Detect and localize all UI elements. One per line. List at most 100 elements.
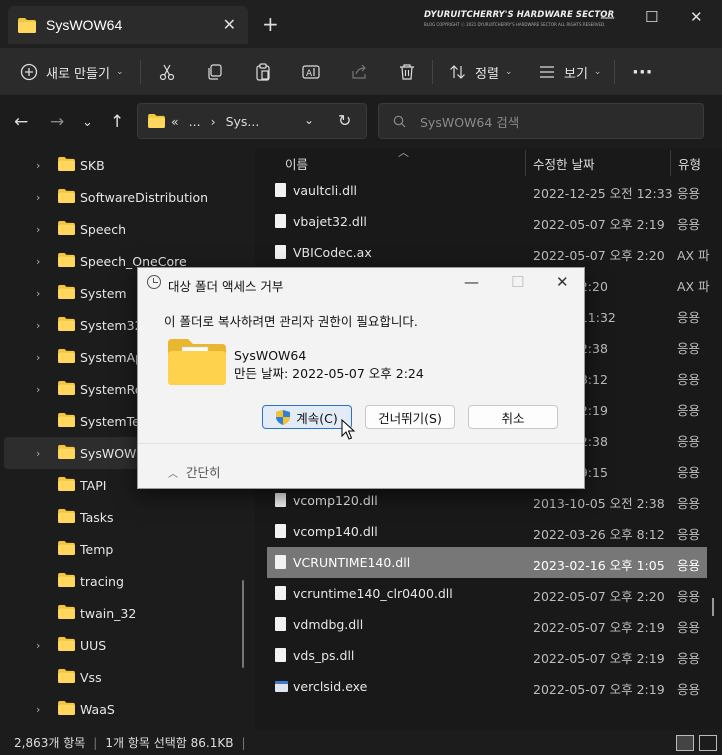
cancel-button[interactable]: 취소 [468,405,558,429]
chevron-right-icon[interactable]: › [36,639,40,652]
column-name[interactable]: 이름 [285,154,308,173]
sidebar-item-temp[interactable]: Temp [0,533,250,565]
paste-button[interactable] [254,48,272,96]
column-divider[interactable] [670,150,671,176]
maximize-button[interactable]: ☐ [645,8,658,26]
breadcrumb-current[interactable]: Sys... [226,114,260,129]
chevron-right-icon[interactable]: › [36,383,40,396]
continue-label: 계속(C) [296,410,338,426]
folder-icon [58,636,75,654]
folder-icon [58,252,75,270]
title-bar: SysWOW64 ✕ + DYURUITCHERRY'S HARDWARE SE… [0,0,722,48]
tab-syswow64[interactable]: SysWOW64 ✕ [8,6,248,44]
chevron-right-icon[interactable]: › [36,255,40,268]
chevron-right-icon[interactable]: › [36,287,40,300]
sidebar-item-softwaredistribution[interactable]: › SoftwareDistribution [0,181,250,213]
tiles-view-icon[interactable] [699,735,717,751]
search-placeholder: SysWOW64 검색 [420,114,520,130]
chevron-right-icon[interactable]: › [36,703,40,716]
file-date: 2022-05-07 오후 2:20 [533,248,665,263]
table-row[interactable]: vcruntime140_clr0400.dll 2022-05-07 오후 2:… [267,578,707,609]
table-row[interactable]: vdmdbg.dll 2022-05-07 오후 2:19 응용 [267,609,707,640]
search-input[interactable]: SysWOW64 검색 [378,103,704,139]
share-button[interactable] [350,48,368,96]
chevron-right-icon[interactable]: › [36,447,40,460]
file-type: AX 파 [677,248,710,263]
file-date: 2013-10-05 오전 2:38 [533,496,665,511]
file-date: 2023-02-16 오후 1:05 [533,558,665,573]
breadcrumb-overflow[interactable]: « [171,114,179,129]
table-row[interactable]: VBICodec.ax 2022-05-07 오후 2:20 AX 파 [267,237,710,268]
exe-file-icon [275,681,288,692]
dialog-minimize-button[interactable]: — [464,273,479,291]
dll-file-icon [275,555,286,569]
sidebar-item-tracing[interactable]: tracing [0,565,250,597]
file-scrollbar[interactable] [712,598,714,616]
details-view-icon[interactable] [676,735,694,751]
close-button[interactable]: ✕ [690,8,703,26]
cut-button[interactable] [158,48,176,96]
tab-close-icon[interactable]: ✕ [223,15,236,34]
file-type: 응용 [677,465,701,480]
new-tab-button[interactable]: + [262,12,279,36]
breadcrumb-ellipsis[interactable]: ... [189,114,201,129]
sidebar-item-label: Speech [80,221,127,237]
sidebar-item-vss[interactable]: Vss [0,661,250,693]
chevron-right-icon[interactable]: › [36,191,40,204]
table-row[interactable]: vds_ps.dll 2022-05-07 오후 2:19 응용 [267,640,707,671]
recent-chevron-icon[interactable]: ⌄ [82,115,93,130]
folder-icon [58,188,75,206]
sidebar-item-skb[interactable]: › SKB [0,149,250,181]
rename-button[interactable]: A [302,48,320,96]
column-divider[interactable] [525,150,526,176]
column-type[interactable]: 유형 [678,154,701,173]
table-row[interactable]: vaultcli.dll 2022-12-25 오전 12:33 응용 [267,175,707,206]
sidebar-item-label: Tasks [80,509,114,525]
dialog-close-button[interactable]: ✕ [556,273,569,291]
delete-button[interactable] [398,48,416,96]
sidebar-item-waas[interactable]: › WaaS [0,693,250,725]
fewer-details-button[interactable]: ︿ 간단히 [168,462,221,481]
table-row[interactable]: verclsid.exe 2022-05-07 오후 2:19 응용 [267,671,707,702]
minimize-button[interactable]: — [600,8,615,26]
svg-text:A: A [306,69,313,79]
refresh-icon[interactable]: ↻ [338,111,351,130]
sort-button[interactable]: 정렬 ⌄ [449,48,512,96]
forward-arrow-icon[interactable]: → [50,112,64,132]
chevron-right-icon[interactable]: › [36,159,40,172]
table-row[interactable]: vcomp140.dll 2022-03-26 오후 8:12 응용 [267,516,707,547]
folder-icon [58,220,75,238]
file-date: 2022-05-07 오후 2:19 [533,620,665,635]
dll-file-icon [275,586,286,600]
back-arrow-icon[interactable]: ← [14,112,28,132]
table-row[interactable]: vcomp120.dll 2013-10-05 오전 2:38 응용 [267,485,707,516]
sidebar-item-tasks[interactable]: Tasks [0,501,250,533]
address-bar[interactable]: « ... › Sys... ⌄ ↻ [137,103,367,139]
dll-file-icon [275,183,286,197]
chevron-right-icon[interactable]: › [36,223,40,236]
sidebar-item-uus[interactable]: › UUS [0,629,250,661]
sidebar-item-label: TAPI [80,477,107,493]
sidebar-item-twain_32[interactable]: twain_32 [0,597,250,629]
file-type: 응용 [677,341,701,356]
chevron-right-icon[interactable]: › [36,351,40,364]
file-name: vaultcli.dll [293,183,358,198]
continue-button[interactable]: 계속(C) [262,405,352,429]
chevron-right-icon[interactable]: › [36,319,40,332]
new-button-label: 새로 만들기 [46,66,110,82]
address-dropdown-icon[interactable]: ⌄ [304,113,314,127]
table-row[interactable]: VCRUNTIME140.dll 2023-02-16 오후 1:05 응용 [267,547,707,578]
column-date[interactable]: 수정한 날짜 [533,154,594,173]
skip-button[interactable]: 건너뛰기(S) [365,405,455,429]
new-button[interactable]: 새로 만들기 ⌄ [20,48,123,96]
navigation-row: ← → ⌄ ↑ « ... › Sys... ⌄ ↻ SysWOW64 검색 [0,96,722,148]
sidebar-item-speech[interactable]: › Speech [0,213,250,245]
up-arrow-icon[interactable]: ↑ [110,112,124,132]
divider [140,60,141,84]
copy-button[interactable] [206,48,224,96]
table-row[interactable]: vbajet32.dll 2022-05-07 오후 2:19 응용 [267,206,707,237]
search-icon [393,115,406,127]
mouse-cursor-icon [341,419,355,440]
more-button[interactable]: ··· [632,48,653,96]
view-button[interactable]: 보기 ⌄ [538,48,601,96]
